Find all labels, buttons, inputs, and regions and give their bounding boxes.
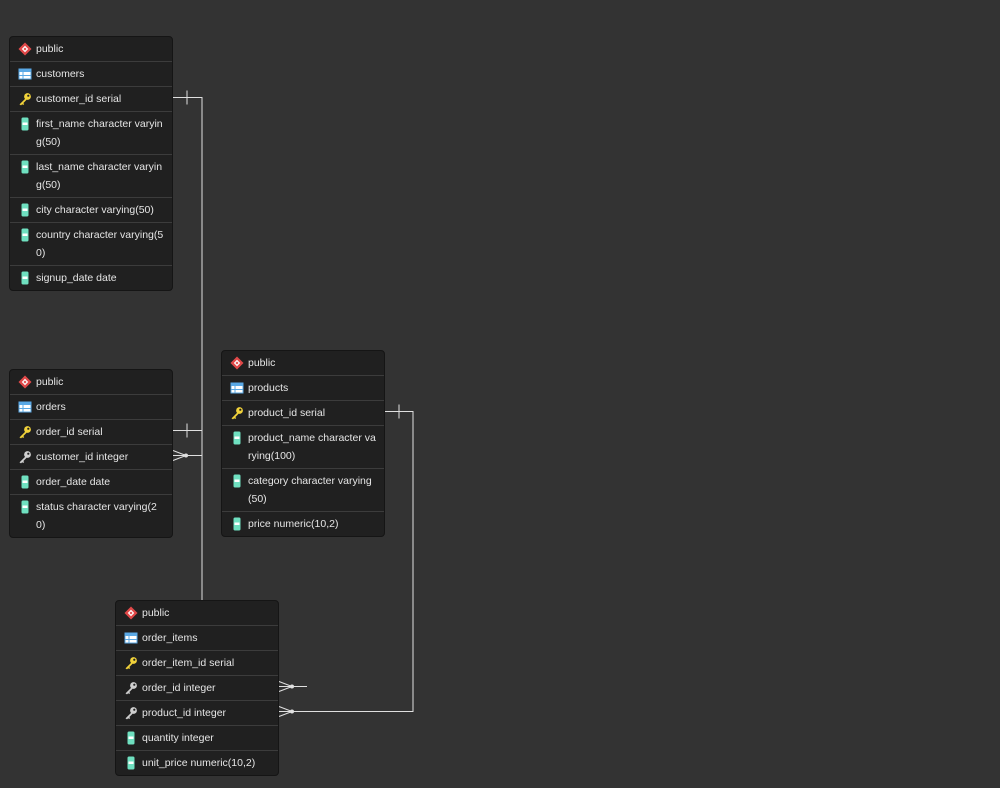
schema-icon — [18, 375, 32, 389]
column-row-label: country character varying(50) — [36, 229, 164, 259]
table-name-row[interactable]: customers — [10, 61, 172, 86]
column-row[interactable]: country character varying(50) — [10, 222, 172, 265]
foreign-key-icon — [18, 450, 32, 464]
table-node-customers[interactable]: public customers customer_id serial first_n… — [9, 36, 173, 291]
foreign-key-icon — [124, 681, 138, 695]
column-row[interactable]: last_name character varying(50) — [10, 154, 172, 197]
table-node-order-items[interactable]: public order_items order_item_id serial ord… — [115, 600, 279, 776]
column-icon — [18, 228, 32, 242]
schema-row-label: public — [142, 607, 170, 619]
column-row-label: order_date date — [36, 476, 111, 488]
column-row[interactable]: category character varying(50) — [222, 468, 384, 511]
column-icon — [18, 160, 32, 174]
column-icon — [124, 731, 138, 745]
primary-key-icon — [230, 406, 244, 420]
column-icon — [230, 474, 244, 488]
column-row[interactable]: status character varying(20) — [10, 494, 172, 537]
column-icon — [230, 431, 244, 445]
schema-row[interactable]: public — [222, 351, 384, 375]
column-row-label: quantity integer — [142, 732, 214, 744]
column-icon — [124, 756, 138, 770]
column-row-label: last_name character varying(50) — [36, 161, 163, 191]
table-icon — [230, 381, 244, 395]
column-row-label: customer_id integer — [36, 451, 129, 463]
column-icon — [18, 500, 32, 514]
link-orders-order-items — [173, 430, 203, 600]
column-row[interactable]: price numeric(10,2) — [222, 511, 384, 536]
table-icon — [18, 400, 32, 414]
column-row[interactable]: order_id integer — [116, 675, 278, 700]
column-row-label: signup_date date — [36, 272, 117, 284]
schema-row-label: public — [36, 376, 64, 388]
column-icon — [18, 271, 32, 285]
primary-key-icon — [124, 656, 138, 670]
table-name-row[interactable]: order_items — [116, 625, 278, 650]
table-name-row-label: products — [248, 382, 289, 394]
table-name-row-label: order_items — [142, 632, 198, 644]
schema-icon — [18, 42, 32, 56]
schema-row[interactable]: public — [10, 370, 172, 394]
column-row-label: category character varying(50) — [248, 475, 372, 505]
column-row[interactable]: quantity integer — [116, 725, 278, 750]
table-name-row[interactable]: products — [222, 375, 384, 400]
column-row-label: product_id serial — [248, 407, 326, 419]
column-row-label: customer_id serial — [36, 93, 122, 105]
primary-key-icon — [18, 92, 32, 106]
column-row-label: price numeric(10,2) — [248, 518, 339, 530]
column-row[interactable]: unit_price numeric(10,2) — [116, 750, 278, 775]
column-row-label: first_name character varying(50) — [36, 118, 163, 148]
table-name-row[interactable]: orders — [10, 394, 172, 419]
schema-icon — [230, 356, 244, 370]
table-node-products[interactable]: public products product_id serial product_n… — [221, 350, 385, 537]
column-row-label: unit_price numeric(10,2) — [142, 757, 256, 769]
schema-icon — [124, 606, 138, 620]
column-row-label: product_name character varying(100) — [248, 432, 376, 462]
table-icon — [18, 67, 32, 81]
primary-key-icon — [18, 425, 32, 439]
crows-foot-lower — [172, 455, 187, 461]
column-row-label: city character varying(50) — [36, 204, 154, 216]
column-row[interactable]: signup_date date — [10, 265, 172, 290]
table-name-row-label: orders — [36, 401, 66, 413]
column-row[interactable]: first_name character varying(50) — [10, 111, 172, 154]
many-marker-dot — [290, 684, 294, 689]
table-name-row-label: customers — [36, 68, 85, 80]
table-icon — [124, 631, 138, 645]
column-icon — [18, 475, 32, 489]
column-row[interactable]: product_name character varying(100) — [222, 425, 384, 468]
column-row-label: order_id integer — [142, 682, 216, 694]
link-customers-orders — [173, 97, 203, 456]
erd-canvas[interactable]: public customers customer_id serial first_n… — [0, 0, 1000, 788]
column-row[interactable]: customer_id integer — [10, 444, 172, 469]
column-row[interactable]: product_id serial — [222, 400, 384, 425]
crows-foot-upper — [278, 681, 293, 687]
schema-row[interactable]: public — [10, 37, 172, 61]
crows-foot-lower — [278, 686, 293, 692]
crows-foot-upper — [172, 450, 187, 456]
many-marker-dot — [184, 453, 188, 458]
column-row-label: status character varying(20) — [36, 501, 157, 531]
column-icon — [230, 517, 244, 531]
schema-row[interactable]: public — [116, 601, 278, 625]
column-row[interactable]: product_id integer — [116, 700, 278, 725]
column-icon — [18, 117, 32, 131]
schema-row-label: public — [248, 357, 276, 369]
column-row-label: order_id serial — [36, 426, 103, 438]
column-row[interactable]: order_item_id serial — [116, 650, 278, 675]
crows-foot-lower — [278, 711, 293, 717]
column-icon — [18, 203, 32, 217]
many-marker-dot — [290, 709, 294, 714]
column-row[interactable]: customer_id serial — [10, 86, 172, 111]
schema-row-label: public — [36, 43, 64, 55]
column-row-label: product_id integer — [142, 707, 227, 719]
column-row[interactable]: order_date date — [10, 469, 172, 494]
column-row[interactable]: city character varying(50) — [10, 197, 172, 222]
crows-foot-upper — [278, 706, 293, 712]
foreign-key-icon — [124, 706, 138, 720]
table-node-orders[interactable]: public orders order_id serial customer_id i… — [9, 369, 173, 538]
column-row[interactable]: order_id serial — [10, 419, 172, 444]
column-row-label: order_item_id serial — [142, 657, 235, 669]
